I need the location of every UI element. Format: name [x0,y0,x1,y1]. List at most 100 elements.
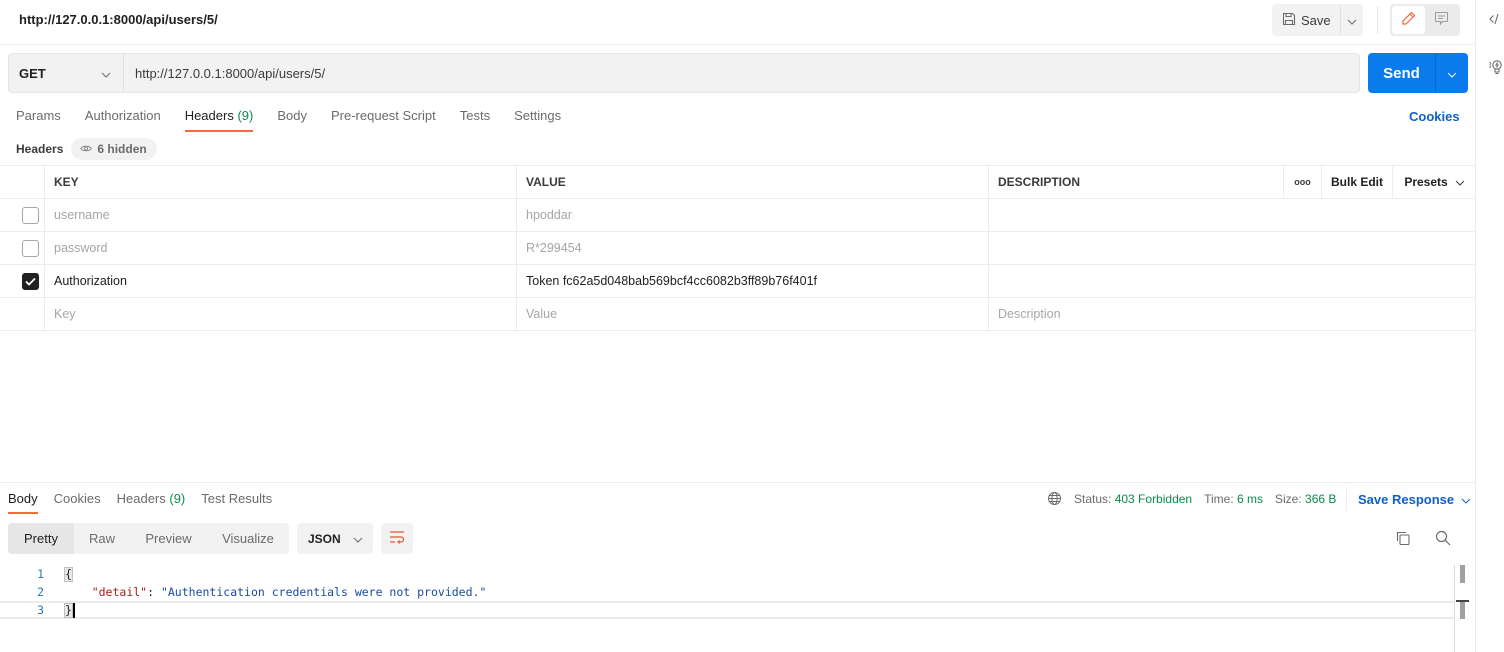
tab-settings[interactable]: Settings [514,108,561,132]
send-group: Send [1368,53,1468,93]
tab-count: (9) [169,491,186,506]
response-body-editor[interactable]: 1 { 2 "detail": "Authentication credenti… [0,565,1455,619]
header-value[interactable]: Token fc62a5d048bab569bcf4cc6082b3ff89b7… [517,265,989,297]
view-pretty[interactable]: Pretty [8,523,74,554]
method-select[interactable]: GET [9,54,124,92]
url-input[interactable] [124,54,1359,92]
save-group: Save [1272,4,1363,36]
json-value: "Authentication credentials were not pro… [160,585,487,599]
save-options-button[interactable] [1340,4,1363,36]
save-button[interactable]: Save [1272,4,1340,36]
header-description[interactable] [989,232,1476,264]
response-tab-test-results[interactable]: Test Results [201,491,272,514]
response-tab-headers[interactable]: Headers (9) [117,491,186,514]
tab-label: Body [277,108,307,123]
row-enable-checkbox[interactable] [22,239,39,257]
chevron-down-icon [1455,175,1465,189]
row-enable-checkbox[interactable] [22,206,39,224]
format-select[interactable]: JSON [297,523,373,554]
more-options-button[interactable]: ooo [1283,166,1321,198]
eye-icon [80,142,93,156]
status-readout[interactable]: Status: 403 Forbidden [1074,492,1192,506]
send-options-button[interactable] [1435,53,1468,93]
tab-headers[interactable]: Headers (9) [184,108,253,132]
open-brace: { [64,566,73,582]
new-value-input[interactable]: Value [517,298,989,330]
response-divider[interactable] [0,482,1476,483]
tab-label: Headers [116,491,166,506]
tab-label: Authorization [84,108,161,123]
response-tabs: Body Cookies Headers (9) Test Results [8,491,288,514]
tab-body[interactable]: Body [277,108,307,132]
header-key[interactable]: Authorization [45,265,517,297]
url-bar: GET [8,53,1360,93]
size-value: 366 B [1305,491,1337,506]
headers-subheader: Headers 6 hidden [16,138,157,160]
send-button[interactable]: Send [1368,53,1435,93]
comments-mode-button[interactable] [1425,6,1458,34]
response-meta: Status: 403 Forbidden Time: 6 ms Size: 3… [1047,491,1348,506]
presets-dropdown[interactable]: Presets [1392,166,1476,198]
header-description[interactable] [989,265,1476,297]
time-label: Time: [1204,491,1234,506]
header-value[interactable]: hpoddar [517,199,989,231]
save-response-label: Save Response [1358,491,1455,507]
code-line: 3 } [0,601,1455,619]
size-readout[interactable]: Size: 366 B [1275,492,1336,506]
copy-button[interactable] [1395,530,1413,548]
view-visualize[interactable]: Visualize [207,523,289,554]
lightbulb-icon[interactable] [1489,59,1504,75]
line-number: 1 [37,567,44,581]
edit-mode-button[interactable] [1392,6,1425,34]
tab-params[interactable]: Params [16,108,61,132]
tab-authorization[interactable]: Authorization [85,108,161,132]
size-label: Size: [1275,491,1302,506]
new-description-input[interactable]: Description [989,298,1476,330]
hidden-headers-toggle[interactable]: 6 hidden [71,138,157,160]
code-icon[interactable] [1489,12,1504,28]
status-value: 403 Forbidden [1114,491,1193,506]
comment-icon [1434,11,1449,29]
editor-scrollbar[interactable] [1454,565,1469,652]
globe-icon[interactable] [1047,491,1062,506]
tab-label: Cookies [53,491,101,506]
header-value[interactable]: R*299454 [517,232,989,264]
checkbox-cell [0,232,45,264]
text-cursor [72,602,75,618]
time-readout[interactable]: Time: 6 ms [1204,492,1263,506]
save-icon [1282,12,1296,29]
request-tabs: Params Authorization Headers (9) Body Pr… [16,108,585,132]
divider [1377,6,1378,34]
wrap-lines-button[interactable] [381,523,413,554]
view-preview[interactable]: Preview [130,523,207,554]
new-header-row: Key Value Description [0,298,1476,331]
json-key: "detail" [91,585,148,599]
search-icon [1435,530,1451,549]
save-response-button[interactable]: Save Response [1346,487,1471,511]
wrap-icon [389,530,405,547]
value-column-header: VALUE [517,166,989,198]
tab-label: Settings [514,108,562,123]
bulk-edit-button[interactable]: Bulk Edit [1321,166,1392,198]
scrollbar-thumb[interactable] [1460,565,1465,583]
view-raw[interactable]: Raw [74,523,130,554]
new-key-input[interactable]: Key [45,298,517,330]
chevron-down-icon [1461,492,1471,507]
tab-tests[interactable]: Tests [460,108,490,132]
response-tab-cookies[interactable]: Cookies [54,491,101,514]
header-key[interactable]: password [45,232,517,264]
request-title[interactable]: http://127.0.0.1:8000/api/users/5/ [19,12,218,27]
tab-label: Body [8,491,38,506]
mode-toggle [1390,4,1460,36]
cookies-link[interactable]: Cookies [1409,109,1460,124]
search-button[interactable] [1435,530,1453,548]
header-description[interactable] [989,199,1476,231]
tab-pre-request-script[interactable]: Pre-request Script [331,108,436,132]
tab-label: Params [16,108,61,123]
request-title-bar: http://127.0.0.1:8000/api/users/5/ Save [0,0,1476,45]
row-enable-checkbox[interactable] [22,272,39,290]
response-tab-body[interactable]: Body [8,491,38,514]
scrollbar-thumb[interactable] [1460,602,1465,619]
header-key[interactable]: username [45,199,517,231]
tab-label: Test Results [201,491,273,506]
